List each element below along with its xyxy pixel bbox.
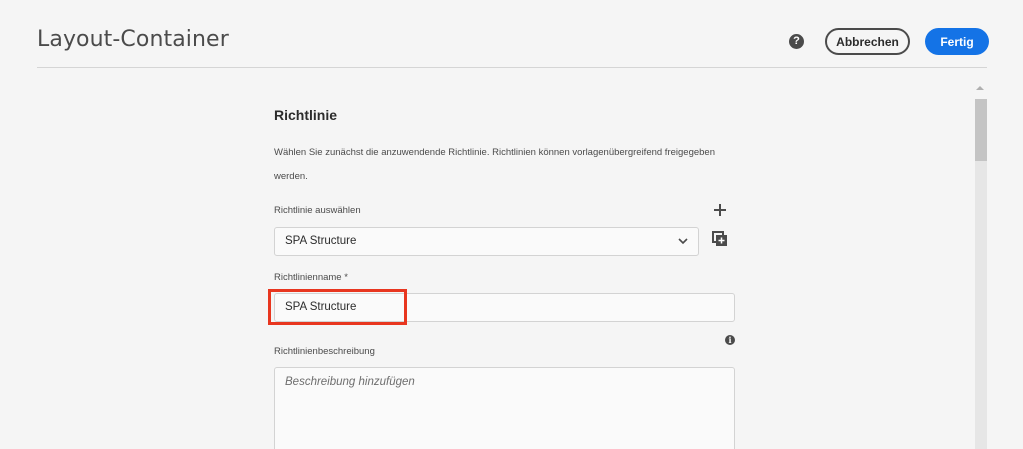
policy-description-text: Wählen Sie zunächst die anzuwendende Ric…	[274, 147, 715, 182]
scrollbar-thumb[interactable]	[975, 99, 987, 161]
policy-name-label: Richtlinienname *	[274, 272, 348, 283]
policy-description-textarea[interactable]: Beschreibung hinzufügen	[274, 367, 735, 449]
chevron-down-icon	[678, 238, 688, 245]
help-icon[interactable]: ?	[789, 34, 804, 49]
header-divider	[37, 67, 987, 68]
section-title: Richtlinie	[274, 107, 338, 123]
scroll-up-arrow[interactable]	[976, 86, 984, 90]
highlight-box	[268, 289, 407, 325]
scrollbar-track[interactable]	[975, 161, 987, 449]
dialog-title: Layout-Container	[37, 27, 229, 52]
policy-select[interactable]: SPA Structure	[274, 227, 699, 256]
dialog-header: Layout-Container ? Abbrechen Fertig	[0, 0, 1023, 68]
done-button[interactable]: Fertig	[925, 28, 989, 55]
cancel-button[interactable]: Abbrechen	[825, 28, 910, 55]
policy-description-label: Richtlinienbeschreibung	[274, 346, 375, 357]
select-policy-label: Richtlinie auswählen	[274, 205, 361, 216]
add-policy-icon[interactable]	[713, 203, 727, 217]
duplicate-policy-icon[interactable]	[712, 231, 728, 247]
policy-select-value: SPA Structure	[285, 235, 357, 247]
info-icon[interactable]: i	[725, 335, 735, 345]
